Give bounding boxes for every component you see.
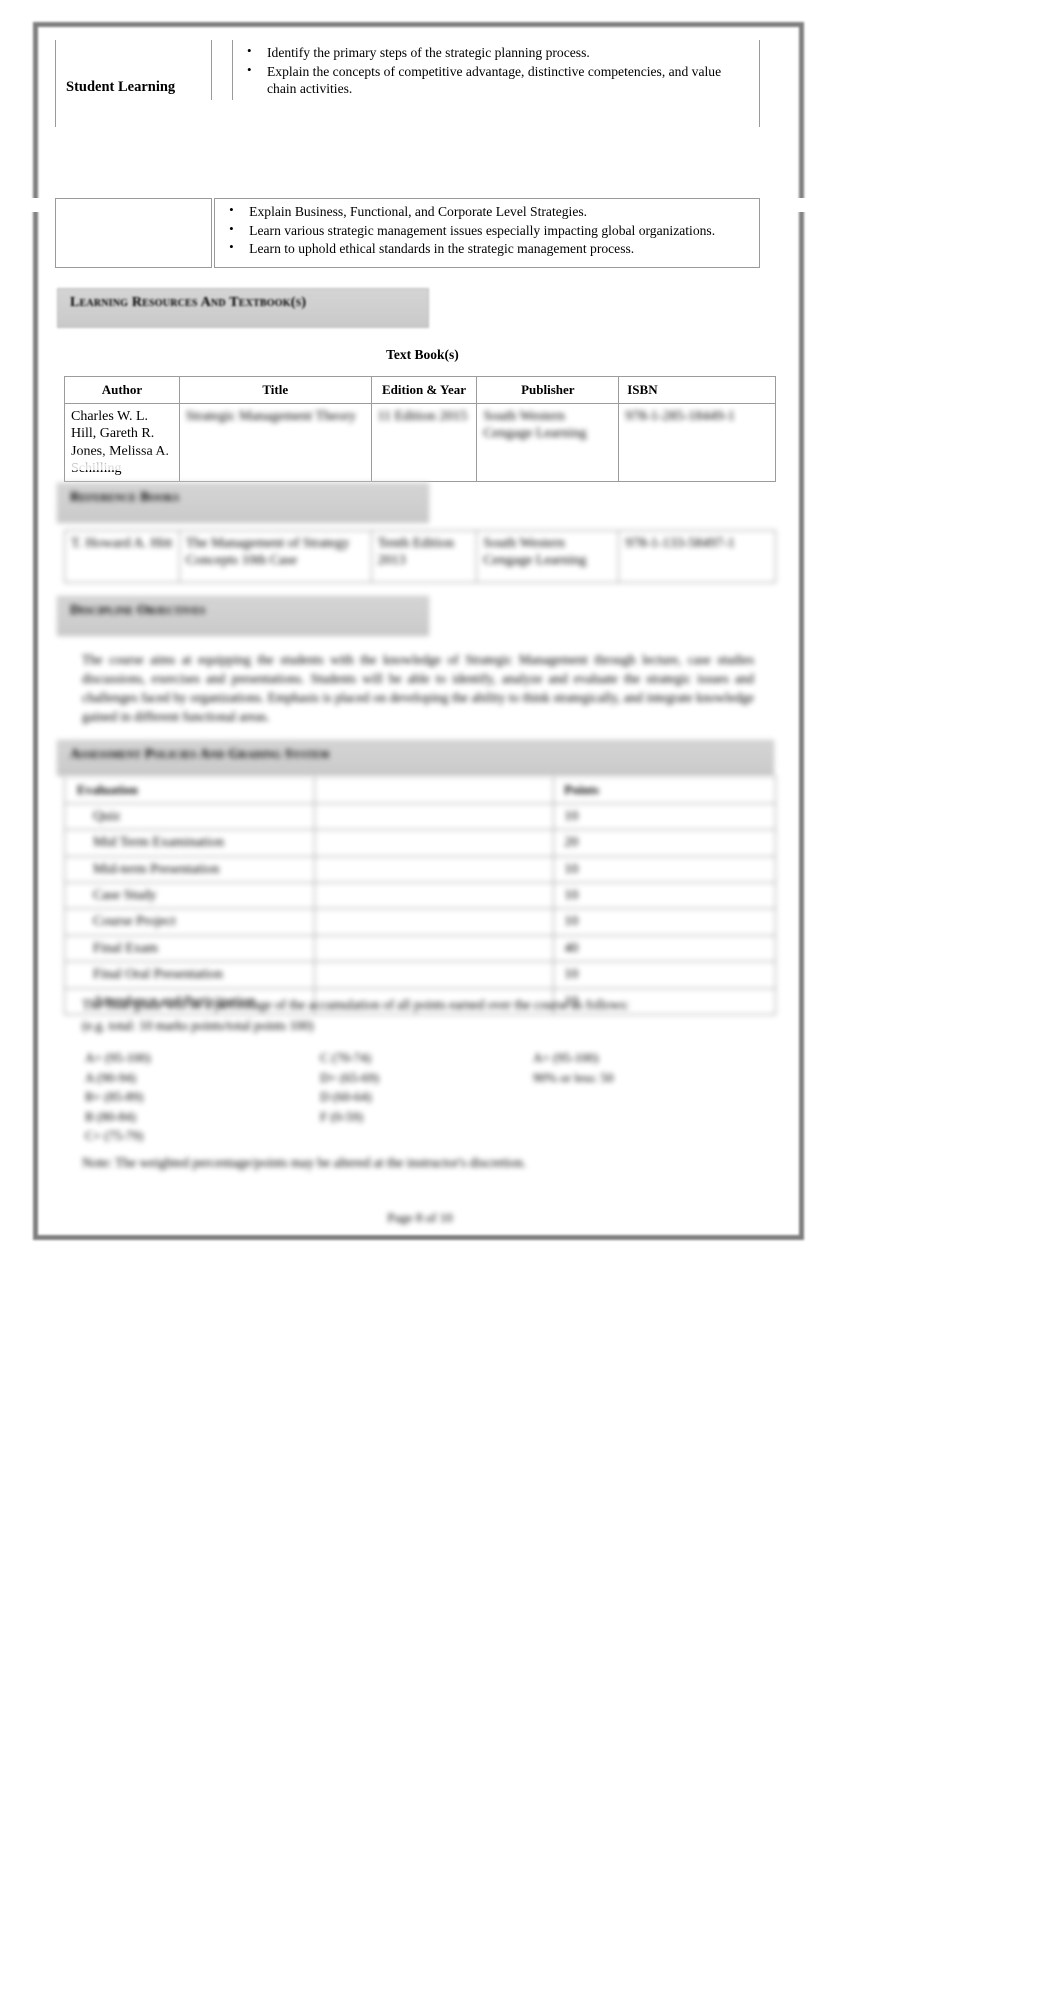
cell-edition: 11 Edition 2015 bbox=[370, 402, 478, 483]
grade-scale-item: B (80-84) bbox=[85, 1108, 136, 1124]
grading-note-line-2: (e.g. total: 10 marks points/total point… bbox=[82, 1018, 314, 1033]
frame-gap-left bbox=[20, 198, 60, 212]
grade-scale-item: F (0-59) bbox=[320, 1108, 363, 1124]
table-header-row: Evaluation Points bbox=[64, 776, 776, 804]
table-header-row: Author Title Edition & Year Publisher IS… bbox=[64, 376, 776, 404]
cell-title: The Management of Strategy Concepts 10th… bbox=[178, 530, 372, 583]
instructor-discretion-note: Note: The weighted percentage/points may… bbox=[82, 1155, 527, 1170]
cell-isbn: 978-1-285-18449-1 bbox=[618, 402, 776, 483]
cell-item: Final Exam bbox=[64, 934, 315, 963]
table-row: Mid Term Examination 20 bbox=[64, 829, 776, 857]
grade-scale-item: C+ (75-79) bbox=[85, 1128, 144, 1143]
cell-author: T. Howard A. Hitt bbox=[64, 530, 180, 583]
page-number-footer: Page 8 of 10 bbox=[387, 1210, 453, 1225]
grade-scale-item: D (60-64) bbox=[320, 1089, 372, 1104]
column-header-title: Title bbox=[178, 376, 372, 404]
table-row: Final Oral Presentation 10 bbox=[64, 961, 776, 989]
grade-scale-item: B+ (85-89) bbox=[85, 1089, 144, 1104]
column-header-publisher: Publisher bbox=[476, 376, 620, 404]
student-learning-outcomes-table-bottom: Explain Business, Functional, and Corpor… bbox=[55, 197, 760, 269]
section-heading-label: Reference Books bbox=[70, 490, 180, 505]
grade-scale-item: C (70-74) bbox=[320, 1050, 371, 1065]
table-row: Course Project 10 bbox=[64, 908, 776, 936]
section-heading-label: Assessment Policies And Grading System bbox=[70, 747, 330, 762]
frame-gap-right bbox=[780, 198, 820, 212]
cell-blank bbox=[313, 961, 555, 989]
cell-blank bbox=[313, 908, 555, 936]
cell-publisher: South Western Cengage Learning bbox=[476, 530, 620, 583]
list-item: Learn various strategic management issue… bbox=[229, 221, 747, 240]
assessment-table: Evaluation Points Quiz 10 Mid Term Exami… bbox=[64, 776, 776, 1015]
slo-bullet-list-1: Identify the primary steps of the strate… bbox=[237, 43, 747, 98]
section-heading-label: Learning Resources And Textbook(s) bbox=[70, 295, 307, 310]
section-heading-label: Discipline Objectives bbox=[70, 603, 206, 618]
cell-points: 10 bbox=[553, 961, 776, 989]
cell-item: Quiz bbox=[64, 802, 315, 831]
cell-points: 10 bbox=[553, 882, 776, 910]
grade-scale-item: A+ (95-100) bbox=[85, 1050, 151, 1065]
table-row: Final Exam 40 bbox=[64, 934, 776, 963]
grade-scale-item: A (90-94) bbox=[85, 1069, 136, 1085]
cell-edition: Tenth Edition 2013 bbox=[370, 530, 478, 583]
cell-item: Mid-term Presentation bbox=[64, 855, 315, 884]
table-row: Charles W. L. Hill, Gareth R. Jones, Mel… bbox=[64, 402, 776, 483]
column-header-evaluation: Evaluation bbox=[64, 776, 315, 804]
cell-blank bbox=[313, 882, 555, 910]
author-cell-fade bbox=[66, 452, 178, 470]
list-item: Identify the primary steps of the strate… bbox=[247, 43, 747, 62]
table-row: Case Study 10 bbox=[64, 882, 776, 910]
cell-points: 40 bbox=[553, 934, 776, 963]
column-header-isbn: ISBN bbox=[618, 376, 776, 404]
cell-item: Course Project bbox=[64, 908, 315, 936]
table-row: T. Howard A. Hitt The Management of Stra… bbox=[64, 530, 776, 583]
cell-blank bbox=[313, 802, 555, 831]
slo-bullet-list-2: Explain Business, Functional, and Corpor… bbox=[219, 202, 747, 258]
table-row: Quiz 10 bbox=[64, 802, 776, 831]
column-header-edition: Edition & Year bbox=[370, 376, 478, 404]
cell-title: Strategic Management Theory bbox=[178, 402, 372, 483]
cell-item: Mid Term Examination bbox=[64, 829, 315, 857]
column-header-points: Points bbox=[553, 776, 776, 804]
section-heading-assessment: Assessment Policies And Grading System bbox=[57, 740, 774, 776]
column-header-blank bbox=[313, 776, 555, 804]
cell-blank bbox=[313, 855, 555, 884]
table-row: Explain Business, Functional, and Corpor… bbox=[55, 197, 760, 269]
cell-item: Case Study bbox=[64, 882, 315, 910]
slo-label-cell-2 bbox=[55, 197, 212, 269]
column-header-author: Author bbox=[64, 376, 180, 404]
list-item: Learn to uphold ethical standards in the… bbox=[229, 239, 747, 258]
table-row: Mid-term Presentation 10 bbox=[64, 855, 776, 884]
cell-points: 10 bbox=[553, 908, 776, 936]
grade-scale-item: 90% or less: 50 bbox=[533, 1069, 614, 1085]
textbook-caption: Text Book(s) bbox=[386, 347, 459, 362]
grade-scale-column-1: A+ (95-100) A (90-94) B+ (85-89) B (80-8… bbox=[85, 1048, 265, 1146]
slo-band-mask bbox=[56, 100, 759, 196]
grade-scale-item: D+ (65-69) bbox=[320, 1069, 379, 1085]
section-heading-learning-resources: Learning Resources And Textbook(s) bbox=[57, 288, 429, 328]
grade-scale-column-2: C (70-74) D+ (65-69) D (60-64) F (0-59) bbox=[320, 1048, 500, 1126]
cell-isbn: 978-1-133-58497-1 bbox=[618, 530, 776, 583]
grade-scale-item: A+ (95-100) bbox=[533, 1050, 599, 1065]
reference-books-table: T. Howard A. Hitt The Management of Stra… bbox=[64, 530, 776, 583]
grading-note-line-1: The final grade will be a percentage of … bbox=[82, 997, 630, 1012]
cell-points: 10 bbox=[553, 855, 776, 884]
cell-points: 20 bbox=[553, 829, 776, 857]
grade-scale-column-3: A+ (95-100) 90% or less: 50 bbox=[533, 1048, 733, 1087]
cell-item: Final Oral Presentation bbox=[64, 961, 315, 989]
cell-blank bbox=[313, 934, 555, 963]
list-item: Explain Business, Functional, and Corpor… bbox=[229, 202, 747, 221]
cell-publisher: South Western Cengage Learning bbox=[476, 402, 620, 483]
description-paragraph: The course aims at equipping the student… bbox=[82, 652, 754, 725]
slo-bullets-cell-2: Explain Business, Functional, and Corpor… bbox=[214, 197, 760, 269]
section-heading-reference-books: Reference Books bbox=[57, 483, 429, 523]
list-item: Explain the concepts of competitive adva… bbox=[247, 62, 747, 98]
cell-points: 10 bbox=[553, 802, 776, 831]
cell-blank bbox=[313, 829, 555, 857]
section-heading-description: Discipline Objectives bbox=[57, 596, 429, 636]
cell-author: Charles W. L. Hill, Gareth R. Jones, Mel… bbox=[64, 402, 180, 483]
